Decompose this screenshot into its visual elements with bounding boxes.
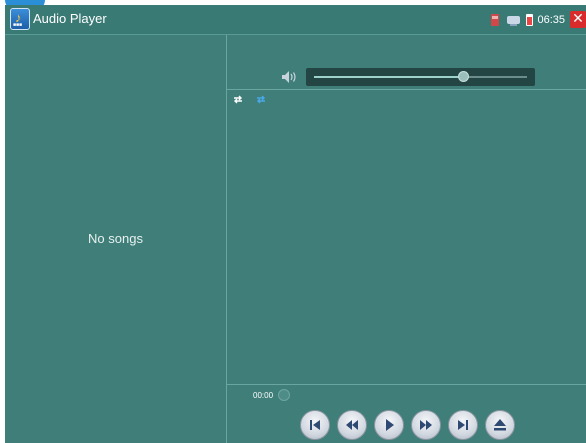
- shuffle-repeat-icon[interactable]: [255, 95, 267, 104]
- repeat-icon[interactable]: [232, 95, 244, 104]
- fast-forward-button[interactable]: [411, 410, 441, 440]
- rewind-icon: [346, 420, 358, 430]
- volume-divider: [227, 89, 586, 90]
- volume-fill: [314, 76, 463, 78]
- rewind-button[interactable]: [337, 410, 367, 440]
- progress-divider: [227, 384, 586, 385]
- battery-charging-icon: [526, 13, 534, 26]
- volume-handle[interactable]: [458, 71, 469, 82]
- clock: 06:35: [537, 13, 565, 26]
- play-button[interactable]: [374, 410, 404, 440]
- play-icon: [386, 419, 394, 431]
- speaker-icon[interactable]: [281, 70, 299, 84]
- close-icon[interactable]: ✕: [570, 11, 586, 28]
- network-icon: [507, 15, 521, 26]
- previous-track-button[interactable]: [300, 410, 330, 440]
- eject-button[interactable]: [485, 410, 515, 440]
- empty-playlist-label: No songs: [88, 231, 143, 246]
- playlist-panel[interactable]: No songs: [5, 35, 226, 443]
- next-track-button[interactable]: [448, 410, 478, 440]
- skip-previous-icon: [310, 420, 320, 430]
- elapsed-time: 00:00: [253, 391, 274, 400]
- eject-icon: [494, 419, 506, 431]
- title-bar: ♪ ■■■ Audio Player 06:35 ✕: [5, 5, 586, 35]
- status-area: 06:35 ✕: [491, 5, 586, 34]
- panel-divider: [226, 35, 227, 443]
- progress-handle[interactable]: [278, 389, 290, 401]
- sd-card-icon: [491, 13, 500, 26]
- skip-next-icon: [458, 420, 468, 430]
- music-note-icon[interactable]: ♪ ■■■: [10, 8, 30, 30]
- app-title: Audio Player: [33, 11, 107, 26]
- fast-forward-icon: [420, 420, 432, 430]
- volume-slider[interactable]: [306, 68, 535, 86]
